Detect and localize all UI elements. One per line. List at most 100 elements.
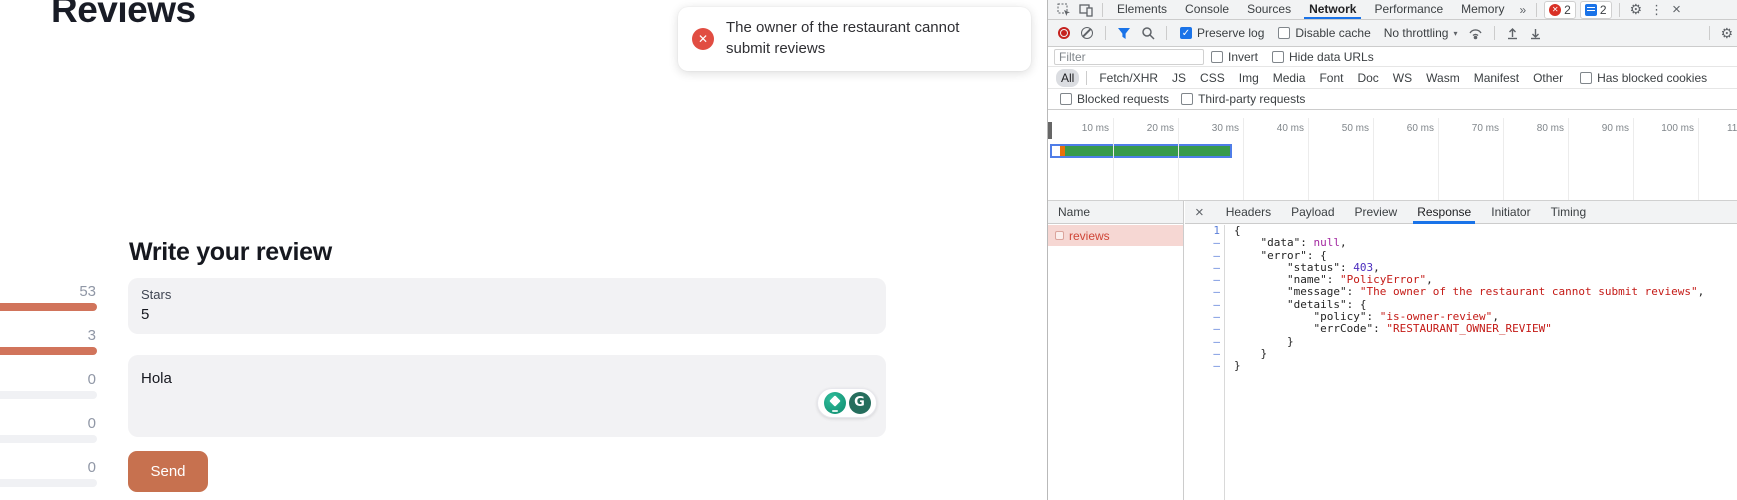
error-count-badge[interactable]: ✕ 2: [1544, 1, 1576, 19]
checkbox-icon: [1211, 51, 1223, 63]
rating-bar: [0, 435, 97, 443]
detail-tab-timing[interactable]: Timing: [1541, 201, 1597, 223]
export-har-icon[interactable]: [1529, 26, 1542, 40]
detail-tab-preview[interactable]: Preview: [1345, 201, 1408, 223]
stars-label: Stars: [141, 287, 873, 302]
filter-pill-manifest[interactable]: Manifest: [1469, 69, 1524, 87]
divider: [1086, 71, 1087, 85]
stars-value: 5: [141, 306, 873, 323]
grammarly-widget[interactable]: G: [817, 388, 877, 418]
send-button[interactable]: Send: [128, 451, 208, 492]
filter-funnel-icon[interactable]: [1117, 27, 1131, 40]
filter-pill-js[interactable]: JS: [1167, 69, 1191, 87]
record-network-log-icon[interactable]: [1058, 27, 1070, 39]
code-line: –}: [1185, 360, 1737, 372]
tab-performance[interactable]: Performance: [1365, 0, 1452, 19]
review-textarea[interactable]: Hola G: [128, 355, 886, 437]
code-line: – }: [1185, 348, 1737, 360]
import-har-icon[interactable]: [1506, 26, 1519, 40]
tab-memory[interactable]: Memory: [1452, 0, 1513, 19]
timeline-tick-label: 40 ms: [1244, 123, 1304, 134]
close-detail-icon[interactable]: ×: [1195, 204, 1204, 221]
network-settings-gear-icon[interactable]: ⚙: [1715, 25, 1737, 42]
request-row-reviews[interactable]: reviews: [1048, 225, 1183, 246]
filter-pill-font[interactable]: Font: [1314, 69, 1348, 87]
divider: [1494, 26, 1495, 40]
response-body-viewer[interactable]: 1{– "data": null,– "error": {– "status":…: [1185, 225, 1737, 500]
divider: [1536, 3, 1537, 17]
throttling-dropdown[interactable]: No throttling ▾: [1384, 26, 1458, 40]
hide-data-urls-label: Hide data URLs: [1289, 50, 1374, 64]
detail-tab-initiator[interactable]: Initiator: [1481, 201, 1540, 223]
filter-pill-all[interactable]: All: [1056, 69, 1079, 87]
error-count: 2: [1564, 3, 1571, 17]
filter-input[interactable]: [1054, 49, 1204, 65]
more-tabs-chevron[interactable]: »: [1513, 3, 1531, 17]
blocked-requests-checkbox[interactable]: Blocked requests: [1060, 92, 1169, 106]
tab-network[interactable]: Network: [1300, 0, 1365, 19]
preserve-log-checkbox[interactable]: ✓ Preserve log: [1180, 26, 1264, 40]
name-column-header[interactable]: Name: [1048, 201, 1183, 224]
detail-tab-headers[interactable]: Headers: [1216, 201, 1281, 223]
message-badge-icon: [1585, 4, 1597, 16]
divider: [1102, 3, 1103, 17]
rating-count: 0: [36, 371, 96, 388]
divider: [1105, 26, 1106, 40]
filter-pill-ws[interactable]: WS: [1388, 69, 1417, 87]
line-number: –: [1185, 237, 1225, 249]
diamond-icon: [829, 395, 840, 406]
disable-cache-checkbox[interactable]: Disable cache: [1278, 26, 1370, 40]
clear-network-log-icon[interactable]: [1081, 27, 1093, 39]
checkbox-icon: [1580, 72, 1592, 84]
detail-tab-payload[interactable]: Payload: [1281, 201, 1344, 223]
lightbulb-icon[interactable]: [824, 392, 846, 414]
device-toolbar-icon[interactable]: [1079, 3, 1093, 17]
stars-field[interactable]: Stars 5: [128, 278, 886, 334]
tab-sources[interactable]: Sources: [1238, 0, 1300, 19]
filter-pill-doc[interactable]: Doc: [1352, 69, 1383, 87]
filter-pill-fetch-xhr[interactable]: Fetch/XHR: [1094, 69, 1163, 87]
checkbox-icon: [1278, 27, 1290, 39]
review-text: Hola: [141, 370, 873, 387]
request-waterfall-bar[interactable]: [1050, 144, 1232, 158]
divider: [1709, 26, 1710, 40]
network-conditions-icon[interactable]: [1468, 26, 1483, 40]
timeline-tick-label: 10 ms: [1049, 123, 1109, 134]
kebab-menu-icon[interactable]: ⋮: [1647, 2, 1666, 18]
has-blocked-cookies-checkbox[interactable]: Has blocked cookies: [1580, 71, 1707, 85]
filter-pill-other[interactable]: Other: [1528, 69, 1568, 87]
message-count-badge[interactable]: 2: [1580, 1, 1612, 19]
rating-count: 0: [36, 459, 96, 476]
detail-tab-response[interactable]: Response: [1407, 201, 1481, 223]
invert-checkbox[interactable]: Invert: [1211, 50, 1258, 64]
timeline-tick-label: 70 ms: [1439, 123, 1499, 134]
close-devtools-icon[interactable]: ×: [1666, 1, 1687, 18]
timeline-tick-label: 50 ms: [1309, 123, 1369, 134]
preserve-log-label: Preserve log: [1197, 26, 1264, 40]
third-party-requests-checkbox[interactable]: Third-party requests: [1181, 92, 1305, 106]
network-toolbar: ✓ Preserve log Disable cache No throttli…: [1048, 20, 1737, 47]
filter-pill-img[interactable]: Img: [1234, 69, 1264, 87]
timeline-tick-label: 90 ms: [1569, 123, 1629, 134]
filter-pill-media[interactable]: Media: [1268, 69, 1311, 87]
grammarly-g-icon[interactable]: G: [849, 392, 871, 414]
hide-data-urls-checkbox[interactable]: Hide data URLs: [1272, 50, 1374, 64]
settings-gear-icon[interactable]: ⚙: [1625, 1, 1648, 18]
tab-elements[interactable]: Elements: [1108, 0, 1176, 19]
network-requests-area: Name reviews × HeadersPayloadPreviewResp…: [1048, 201, 1737, 500]
message-count: 2: [1600, 3, 1607, 17]
devtools-panel: ElementsConsoleSourcesNetworkPerformance…: [1047, 0, 1737, 500]
invert-label: Invert: [1228, 50, 1258, 64]
toast-message: The owner of the restaurant cannot submi…: [726, 18, 982, 59]
search-icon[interactable]: [1141, 26, 1155, 40]
timeline-tick-label: 80 ms: [1504, 123, 1564, 134]
inspect-element-icon[interactable]: [1057, 3, 1071, 17]
network-overview-timeline[interactable]: 10 ms20 ms30 ms40 ms50 ms60 ms70 ms80 ms…: [1048, 110, 1737, 201]
filter-row: Invert Hide data URLs: [1048, 47, 1737, 67]
rating-distribution: 533000: [0, 0, 110, 500]
filter-pill-wasm[interactable]: Wasm: [1421, 69, 1465, 87]
blocked-requests-label: Blocked requests: [1077, 92, 1169, 106]
tab-console[interactable]: Console: [1176, 0, 1238, 19]
filter-pill-css[interactable]: CSS: [1195, 69, 1230, 87]
disable-cache-label: Disable cache: [1295, 26, 1370, 40]
